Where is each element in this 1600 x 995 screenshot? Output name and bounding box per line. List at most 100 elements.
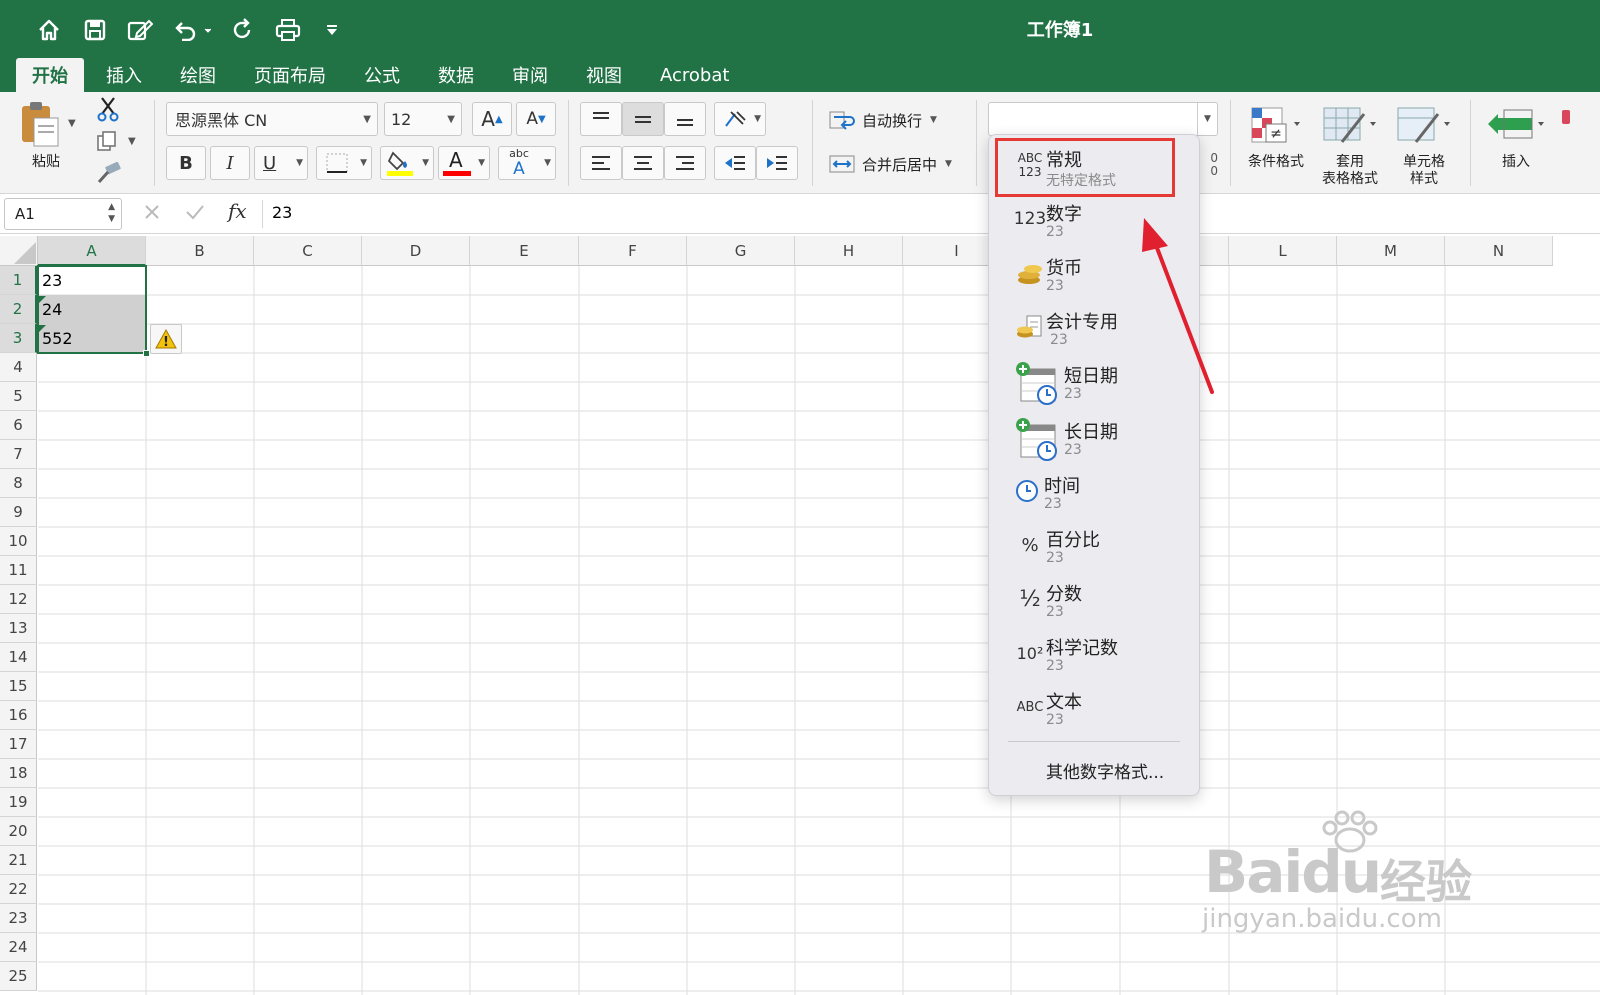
redo-icon[interactable] (226, 12, 260, 48)
decrease-indent-button[interactable] (714, 146, 756, 180)
tab-home[interactable]: 开始 (16, 58, 84, 92)
row-header-8[interactable]: 8 (0, 469, 37, 498)
align-bottom-button[interactable] (664, 102, 706, 136)
underline-dropdown-icon[interactable]: ▼ (296, 158, 303, 168)
copy-dropdown-icon[interactable]: ▼ (128, 136, 136, 147)
column-header-h[interactable]: H (795, 236, 903, 266)
row-header-22[interactable]: 22 (0, 875, 37, 904)
bold-button[interactable]: B (166, 146, 206, 180)
insert-cells-icon[interactable] (1486, 104, 1546, 148)
name-box[interactable]: A1 ▲ ▼ (4, 198, 122, 230)
save-icon[interactable] (78, 12, 112, 48)
row-header-10[interactable]: 10 (0, 527, 37, 556)
row-header-12[interactable]: 12 (0, 585, 37, 614)
fill-color-button[interactable]: ▼ (380, 146, 434, 180)
borders-button[interactable]: ▼ (316, 146, 372, 180)
row-header-13[interactable]: 13 (0, 614, 37, 643)
row-header-3[interactable]: 3 (0, 324, 37, 353)
wrap-text-dropdown-icon[interactable]: ▼ (930, 115, 937, 125)
cut-icon[interactable] (96, 96, 120, 122)
orientation-dropdown-icon[interactable]: ▼ (754, 114, 761, 124)
cell-a3[interactable]: 552 (38, 324, 146, 353)
row-header-15[interactable]: 15 (0, 672, 37, 701)
more-number-formats[interactable]: 其他数字格式... (1046, 758, 1164, 783)
merge-center-button[interactable]: 合并后居中 ▼ (828, 150, 952, 178)
insert-function-button[interactable]: fx (228, 199, 247, 223)
tab-draw[interactable]: 绘图 (164, 58, 232, 92)
cell-a1[interactable]: 23 (38, 266, 146, 295)
align-center-button[interactable] (622, 146, 664, 180)
phonetic-dropdown-icon[interactable]: ▼ (544, 158, 551, 168)
row-header-1[interactable]: 1 (0, 266, 37, 295)
merge-center-dropdown-icon[interactable]: ▼ (945, 159, 952, 169)
row-header-5[interactable]: 5 (0, 382, 37, 411)
paste-dropdown-icon[interactable]: ▼ (68, 118, 76, 129)
menu-item-time[interactable]: 时间 23 (1010, 466, 1200, 520)
font-name-dropdown-icon[interactable]: ▼ (363, 114, 371, 125)
row-header-7[interactable]: 7 (0, 440, 37, 469)
menu-item-fraction[interactable]: ½ 分数 23 (1010, 574, 1200, 628)
tab-formulas[interactable]: 公式 (348, 58, 416, 92)
align-right-button[interactable] (664, 146, 706, 180)
row-header-23[interactable]: 23 (0, 904, 37, 933)
row-header-4[interactable]: 4 (0, 353, 37, 382)
font-size-box[interactable]: 12 ▼ (384, 102, 462, 136)
font-color-button[interactable]: A ▼ (438, 146, 490, 180)
wrap-text-button[interactable]: 自动换行 ▼ (828, 106, 937, 134)
print-icon[interactable] (270, 12, 306, 48)
number-format-box[interactable]: ▼ (988, 102, 1218, 136)
tab-insert[interactable]: 插入 (90, 58, 158, 92)
column-header-n[interactable]: N (1445, 236, 1553, 266)
font-color-dropdown-icon[interactable]: ▼ (478, 158, 485, 168)
row-header-16[interactable]: 16 (0, 701, 37, 730)
align-top-button[interactable] (580, 102, 622, 136)
menu-item-percent[interactable]: % 百分比 23 (1010, 520, 1200, 574)
column-header-m[interactable]: M (1337, 236, 1445, 266)
formula-input[interactable]: 23 (272, 203, 292, 222)
column-header-d[interactable]: D (362, 236, 470, 266)
column-header-e[interactable]: E (470, 236, 579, 266)
font-size-dropdown-icon[interactable]: ▼ (447, 114, 455, 125)
menu-item-scientific[interactable]: 10² 科学记数 23 (1010, 628, 1200, 682)
row-header-17[interactable]: 17 (0, 730, 37, 759)
row-header-21[interactable]: 21 (0, 846, 37, 875)
row-header-2[interactable]: 2 (0, 295, 37, 324)
grow-font-button[interactable]: A ▲ (472, 102, 512, 136)
edit-icon[interactable] (122, 12, 158, 48)
align-left-button[interactable] (580, 146, 622, 180)
tab-view[interactable]: 视图 (570, 58, 638, 92)
borders-dropdown-icon[interactable]: ▼ (360, 158, 367, 168)
column-header-l[interactable]: L (1229, 236, 1337, 266)
menu-item-general[interactable]: ABC 123 常规 无特定格式 (1010, 140, 1200, 194)
font-name-box[interactable]: 思源黑体 CN ▼ (166, 102, 378, 136)
underline-button[interactable]: U ▼ (254, 146, 308, 180)
cell-a2[interactable]: 24 (38, 295, 146, 324)
copy-icon[interactable] (96, 130, 120, 154)
number-format-dropdown-icon[interactable]: ▼ (1197, 103, 1217, 135)
tab-review[interactable]: 审阅 (496, 58, 564, 92)
fill-color-dropdown-icon[interactable]: ▼ (422, 158, 429, 168)
shrink-font-button[interactable]: A ▼ (516, 102, 556, 136)
table-format-icon[interactable] (1320, 104, 1380, 148)
warning-button[interactable]: ! (150, 324, 182, 354)
row-header-25[interactable]: 25 (0, 962, 37, 991)
tab-page-layout[interactable]: 页面布局 (238, 58, 342, 92)
row-header-19[interactable]: 19 (0, 788, 37, 817)
menu-item-text[interactable]: ABC 文本 23 (1010, 682, 1200, 736)
undo-icon[interactable] (168, 12, 214, 48)
delete-cells-icon[interactable] (1562, 110, 1570, 124)
orientation-button[interactable]: ▼ (714, 102, 766, 136)
align-middle-button[interactable] (622, 102, 664, 136)
row-header-18[interactable]: 18 (0, 759, 37, 788)
format-painter-icon[interactable] (94, 161, 122, 186)
paste-icon[interactable] (18, 100, 62, 148)
cancel-entry-icon[interactable] (142, 202, 164, 226)
home-icon[interactable] (32, 12, 66, 48)
italic-button[interactable]: I (210, 146, 250, 180)
tab-data[interactable]: 数据 (422, 58, 490, 92)
menu-item-long-date[interactable]: 长日期 23 (1010, 410, 1200, 464)
row-header-6[interactable]: 6 (0, 411, 37, 440)
row-header-20[interactable]: 20 (0, 817, 37, 846)
column-header-b[interactable]: B (146, 236, 254, 266)
column-header-a[interactable]: A (38, 236, 146, 266)
